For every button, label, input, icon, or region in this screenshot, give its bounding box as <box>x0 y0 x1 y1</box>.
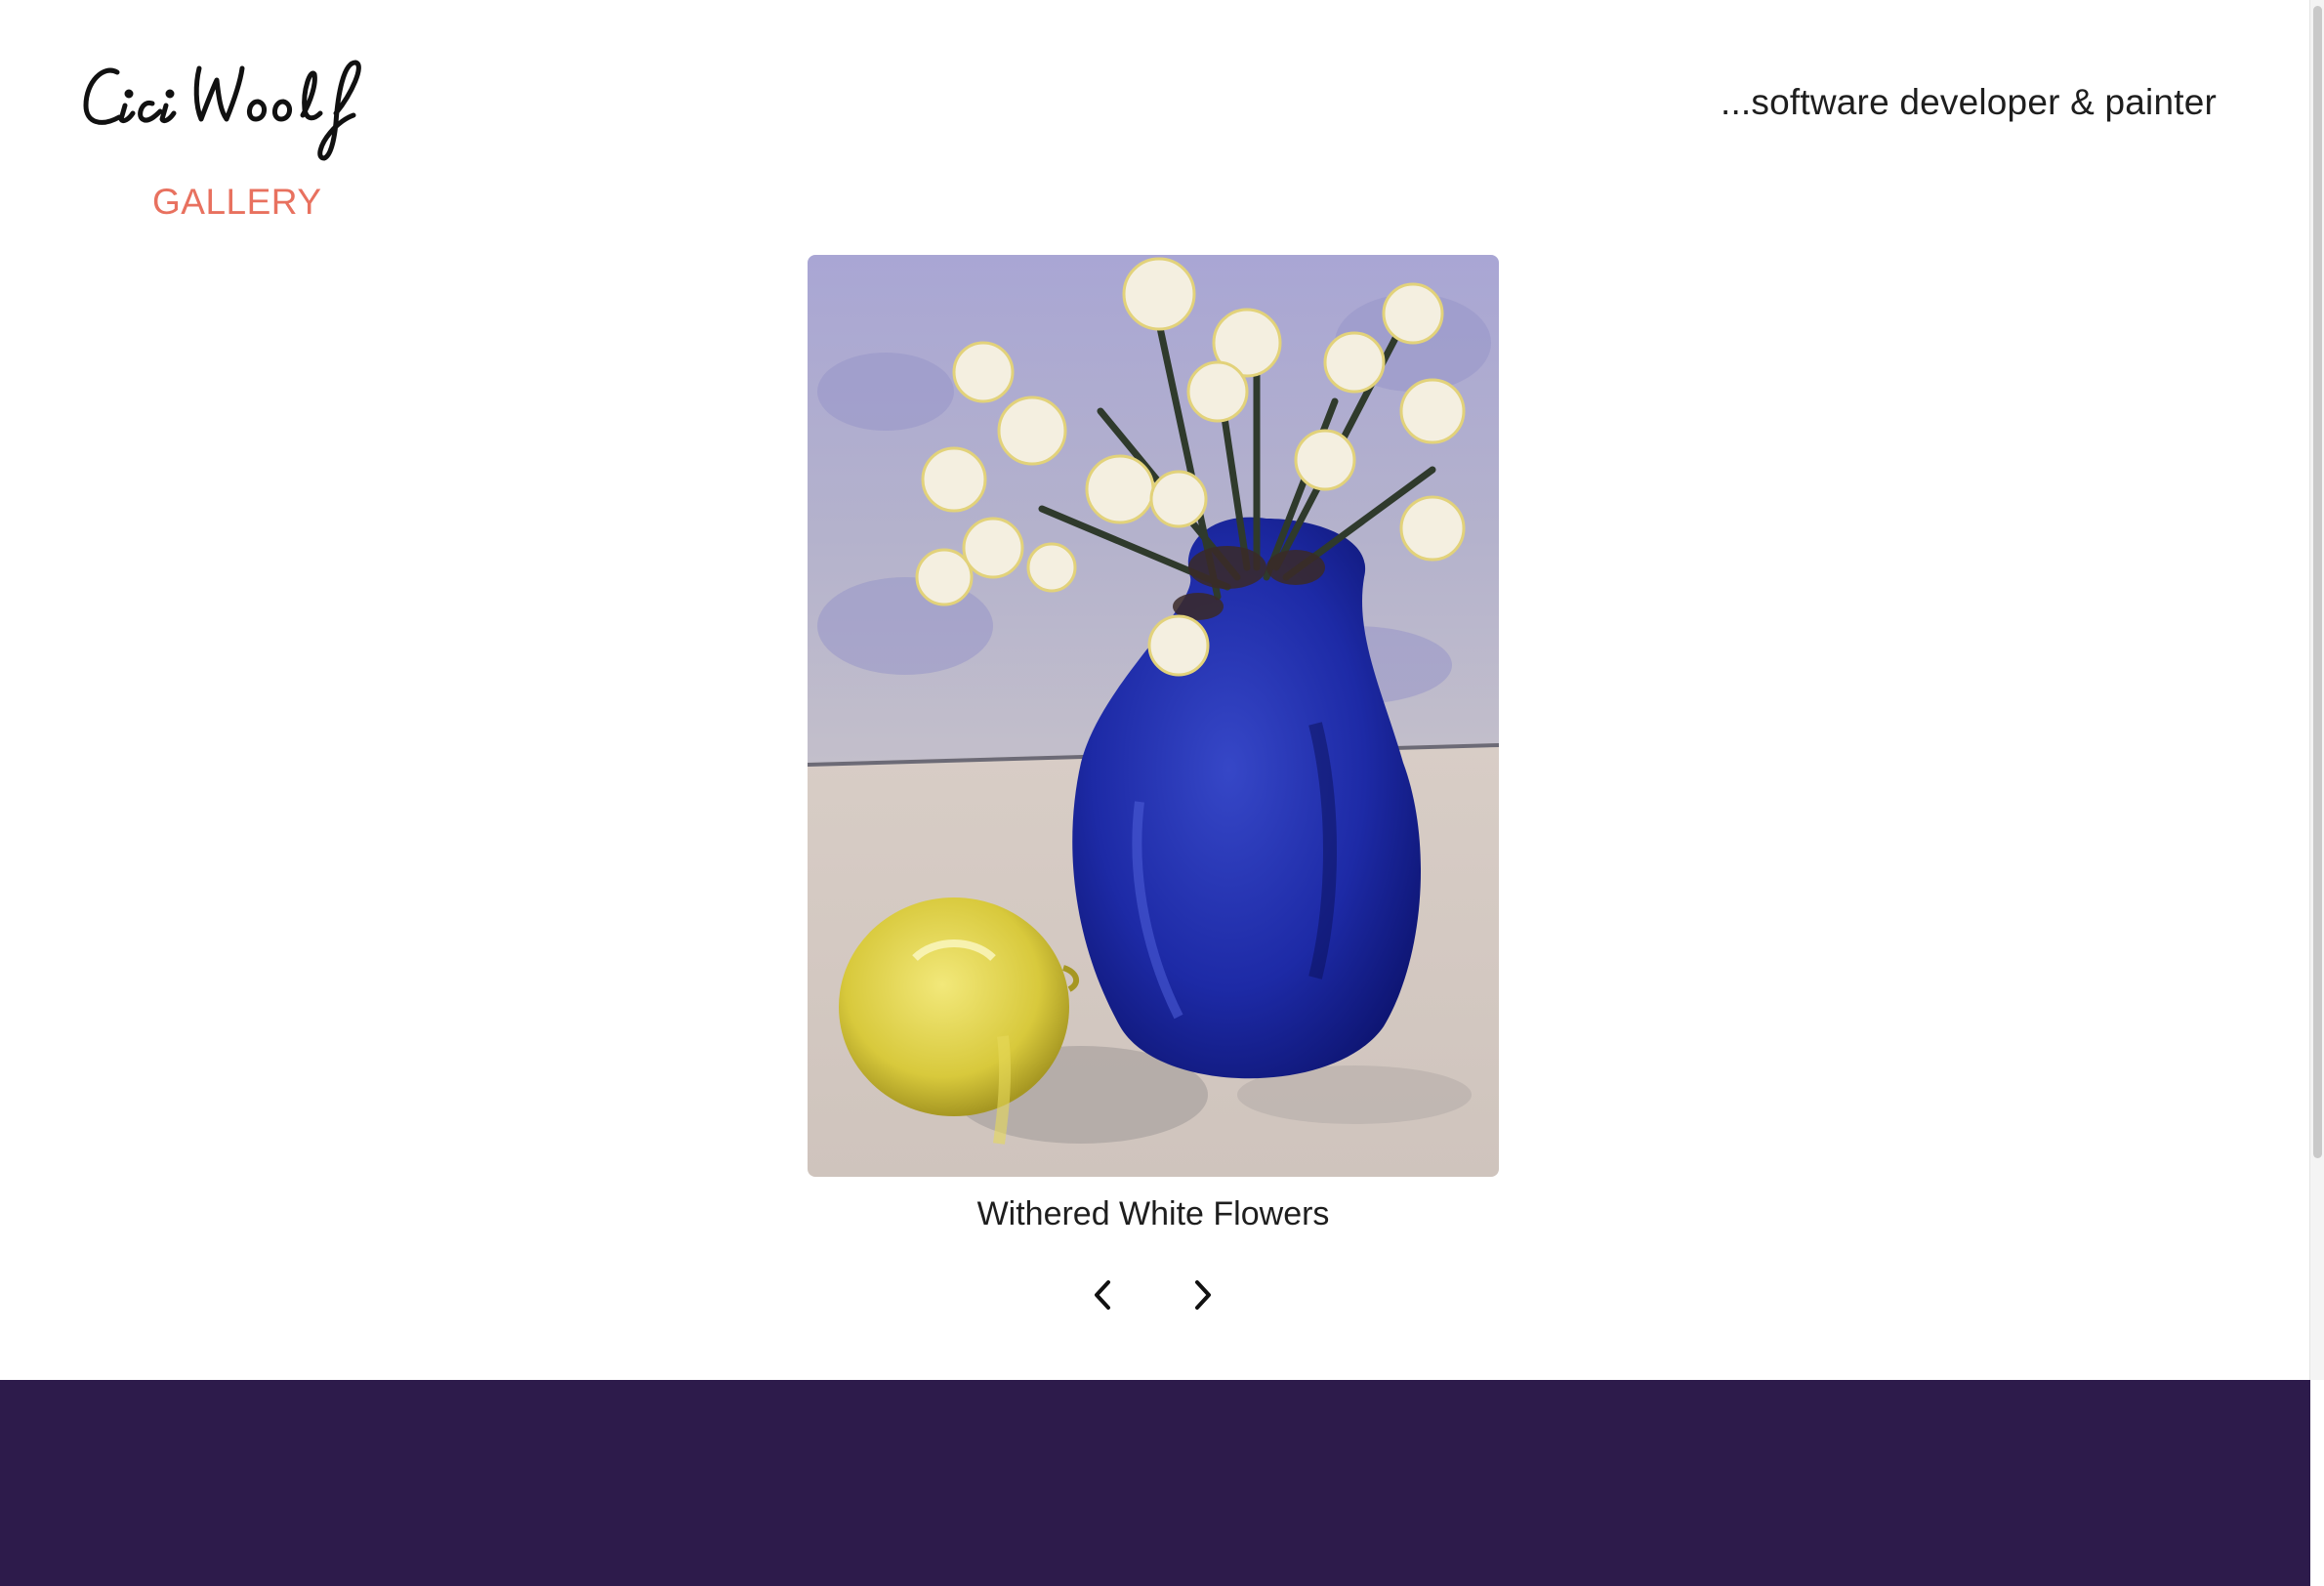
scrollbar-thumb[interactable] <box>2313 6 2322 1158</box>
previous-button[interactable] <box>1079 1272 1126 1318</box>
site-footer <box>0 1380 2310 1586</box>
painting-image <box>808 255 1499 1177</box>
page: ...software developer & painter GALLERY <box>0 0 2324 1586</box>
painting-illustration-icon <box>808 255 1499 1177</box>
site-logo[interactable] <box>80 55 412 172</box>
next-button[interactable] <box>1180 1272 1226 1318</box>
nav-link-gallery[interactable]: GALLERY <box>152 182 322 223</box>
vertical-scrollbar[interactable] <box>2309 0 2324 1380</box>
chevron-left-icon <box>1095 1280 1110 1310</box>
signature-logo-icon <box>83 60 361 161</box>
chevron-right-icon <box>1195 1280 1211 1310</box>
artwork-title: Withered White Flowers <box>976 1195 1330 1232</box>
site-tagline: ...software developer & painter <box>1720 82 2217 122</box>
